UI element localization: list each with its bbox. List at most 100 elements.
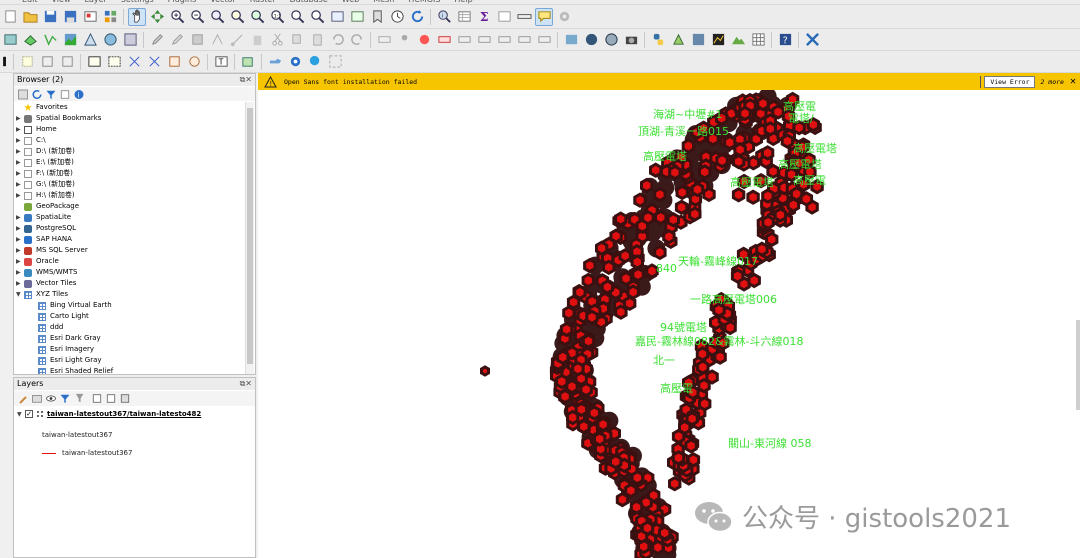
power-tower-point[interactable] [640, 177, 654, 194]
menu-item[interactable]: View [52, 0, 71, 4]
pin-label-icon[interactable] [395, 31, 413, 49]
power-tower-point[interactable] [641, 209, 655, 226]
power-tower-point[interactable] [715, 152, 729, 169]
plugin-gear-icon[interactable] [286, 53, 304, 71]
label-select-icon[interactable] [535, 31, 553, 49]
rotate-label-icon[interactable] [475, 31, 493, 49]
power-tower-point[interactable] [773, 207, 788, 223]
expand-arrow-icon[interactable]: ▶ [16, 135, 24, 146]
expand-arrow-icon[interactable]: ▶ [16, 179, 24, 190]
power-tower-point[interactable] [654, 209, 668, 226]
expand-arrow-icon[interactable]: ▶ [16, 234, 24, 245]
zoom-full-icon[interactable] [208, 8, 226, 26]
power-tower-point[interactable] [662, 228, 676, 245]
power-tower-point[interactable] [581, 272, 595, 289]
power-tower-point[interactable] [746, 189, 760, 205]
browser-item[interactable]: ▶ Spatial Bookmarks [16, 113, 101, 124]
plugin-shoe-icon[interactable] [266, 53, 284, 71]
add-group-icon[interactable] [31, 393, 43, 405]
power-tower-point[interactable] [674, 199, 689, 216]
cut-icon[interactable] [268, 31, 286, 49]
statistics-sigma-icon[interactable]: Σ [475, 8, 493, 26]
temporal-icon[interactable] [388, 8, 406, 26]
power-tower-point[interactable] [697, 377, 711, 394]
power-tower-point[interactable] [609, 453, 623, 470]
power-tower-point[interactable] [761, 214, 775, 231]
power-tower-point[interactable] [571, 361, 585, 377]
menu-item[interactable]: Help [454, 0, 472, 4]
expand-all-icon[interactable] [91, 393, 103, 405]
browser-item[interactable]: Esri Dark Gray [36, 333, 101, 344]
power-tower-point[interactable] [559, 321, 574, 338]
grid-icon[interactable] [749, 31, 767, 49]
add-vector-icon[interactable] [41, 31, 59, 49]
remove-layer-icon[interactable] [119, 393, 131, 405]
browser-item[interactable]: ddd [36, 322, 63, 333]
plugin-frame-icon[interactable] [326, 53, 344, 71]
browser-item[interactable]: ▶ Vector Tiles [16, 278, 76, 289]
redo-icon[interactable] [348, 31, 366, 49]
new-map-view-icon[interactable] [328, 8, 346, 26]
power-tower-point[interactable] [765, 231, 779, 248]
power-tower-point[interactable] [653, 186, 667, 203]
power-tower-point[interactable] [651, 539, 665, 556]
power-tower-point[interactable] [684, 438, 698, 454]
paste-icon[interactable] [308, 31, 326, 49]
add-raster-icon[interactable] [61, 31, 79, 49]
menu-item[interactable]: Layer [84, 0, 106, 4]
layer-row[interactable]: ▼ ✓ taiwan-latestout367/taiwan-latesto48… [15, 408, 254, 420]
power-tower-point[interactable] [587, 405, 601, 421]
edit-pencil-icon[interactable] [148, 31, 166, 49]
filter-icon[interactable] [45, 88, 57, 100]
power-tower-point[interactable] [585, 309, 599, 326]
print-layout-icon[interactable] [81, 8, 99, 26]
power-tower-point[interactable] [747, 272, 761, 289]
power-tower-point[interactable] [666, 211, 680, 228]
expand-arrow-icon[interactable]: ▶ [16, 124, 24, 135]
collapse-arrow-icon[interactable]: ▼ [17, 411, 25, 418]
menu-item[interactable]: Web [342, 0, 359, 4]
expand-arrow-icon[interactable]: ▶ [16, 278, 24, 289]
expand-arrow-icon[interactable]: ▶ [16, 267, 24, 278]
power-tower-point[interactable] [480, 365, 490, 377]
power-tower-point[interactable] [738, 105, 752, 122]
menu-item[interactable]: Plugins [168, 0, 197, 4]
power-tower-point[interactable] [556, 349, 570, 365]
power-tower-point[interactable] [558, 388, 572, 405]
browser-item[interactable]: ▶ H:\ (新加卷) [16, 190, 75, 201]
zoom-out-icon[interactable] [188, 8, 206, 26]
zoom-in-icon[interactable] [168, 8, 186, 26]
delete-selected-icon[interactable] [248, 31, 266, 49]
browser-scrollbar[interactable] [245, 102, 254, 374]
help-icon[interactable]: ? [776, 31, 794, 49]
save-project-icon[interactable] [41, 8, 59, 26]
expand-arrow-icon[interactable]: ▶ [16, 146, 24, 157]
browser-item[interactable]: ▶ F:\ (新加卷) [16, 168, 73, 179]
save-edits-icon[interactable] [188, 31, 206, 49]
expand-arrow-icon[interactable]: ▶ [16, 190, 24, 201]
open-project-icon[interactable] [21, 8, 39, 26]
menu-item[interactable]: Mesh [373, 0, 394, 4]
text-annotation-icon[interactable]: T [212, 53, 230, 71]
menu-item[interactable]: Settings [121, 0, 154, 4]
zoom-native-icon[interactable]: 1:1 [268, 8, 286, 26]
power-tower-point[interactable] [755, 241, 769, 257]
power-tower-point[interactable] [698, 396, 712, 412]
power-tower-point[interactable] [732, 153, 746, 170]
power-tower-point[interactable] [593, 431, 607, 447]
geocode-icon[interactable] [582, 31, 600, 49]
attribute-table-icon[interactable] [455, 8, 473, 26]
zoom-layer-icon[interactable] [248, 8, 266, 26]
power-tower-point[interactable] [623, 295, 637, 312]
power-tower-point[interactable] [780, 133, 795, 149]
select-location-icon[interactable] [165, 53, 183, 71]
layers-float-close-buttons[interactable]: ⧉✕ [240, 379, 252, 389]
terrain-icon[interactable] [729, 31, 747, 49]
browser-item[interactable]: ▶ G:\ (新加卷) [16, 179, 75, 190]
select-by-value-icon[interactable] [38, 53, 56, 71]
zoom-next-icon[interactable] [308, 8, 326, 26]
collapse-all-icon[interactable] [59, 88, 71, 100]
browser-item[interactable]: Esri Shaded Relief [36, 366, 113, 374]
pan-to-selection-icon[interactable] [148, 8, 166, 26]
copy-icon[interactable] [288, 31, 306, 49]
